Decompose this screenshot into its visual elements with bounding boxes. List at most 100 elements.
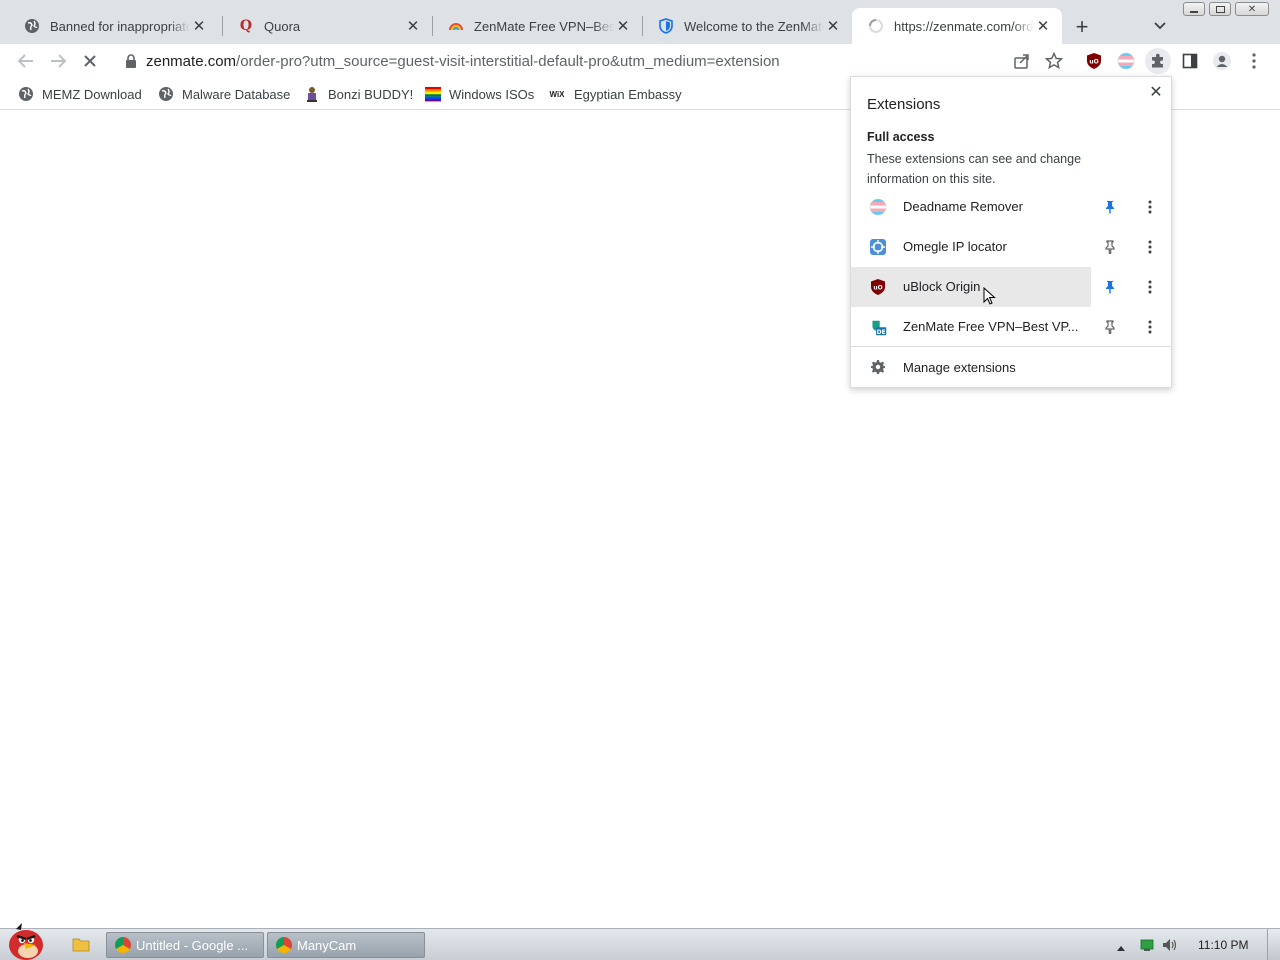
bookmark-egyptian-embassy[interactable]: WiX Egyptian Embassy <box>548 84 682 104</box>
ublock-icon[interactable]: uO <box>1082 49 1106 73</box>
close-window-button[interactable]: ✕ <box>1235 2 1269 16</box>
rainbow-flag-icon <box>425 86 441 102</box>
zenmate-de-icon: DE <box>869 318 887 336</box>
clock[interactable]: 11:10 PM <box>1198 938 1248 952</box>
bookmark-malware-database[interactable]: Malware Database <box>158 84 290 104</box>
pin-icon[interactable] <box>1101 318 1119 336</box>
manage-extensions-button[interactable]: Manage extensions <box>851 348 1171 386</box>
new-tab-button[interactable]: + <box>1068 13 1096 41</box>
pin-icon[interactable] <box>1101 198 1119 216</box>
close-icon[interactable]: ✕ <box>404 17 422 35</box>
zenmate-rainbow-icon <box>448 18 464 34</box>
loading-spinner-icon <box>868 18 884 34</box>
pin-icon[interactable] <box>1101 278 1119 296</box>
close-icon[interactable]: ✕ <box>614 17 632 35</box>
bookmark-star-icon[interactable] <box>1042 49 1066 73</box>
trans-flag-icon[interactable] <box>1114 49 1138 73</box>
tab-title: Welcome to the ZenMate <box>684 18 824 34</box>
url-host: zenmate.com <box>146 53 237 70</box>
lock-icon[interactable] <box>125 54 137 71</box>
toolbar: zenmate.com/order-pro?utm_source=guest-v… <box>0 44 1280 78</box>
tab-3[interactable]: Welcome to the ZenMate ✕ <box>642 8 852 44</box>
bookmark-memz-download[interactable]: MEMZ Download <box>18 84 142 104</box>
close-icon[interactable]: ✕ <box>824 17 842 35</box>
bookmark-label: MEMZ Download <box>42 86 142 102</box>
svg-text:uO: uO <box>1089 59 1098 66</box>
trans-flag-icon <box>869 198 887 216</box>
tab-2[interactable]: ZenMate Free VPN–Best ✕ <box>432 8 642 44</box>
more-options-icon[interactable] <box>1141 198 1159 216</box>
start-button-angry-bird-icon[interactable] <box>2 921 50 960</box>
restore-button[interactable] <box>1209 2 1231 16</box>
chrome-icon <box>276 937 292 953</box>
volume-icon[interactable] <box>1162 938 1178 955</box>
tray-expand-arrow-icon[interactable] <box>1116 940 1126 955</box>
tab-title: Quora <box>264 18 301 34</box>
svg-text:DE: DE <box>877 330 886 336</box>
quora-icon: Q <box>239 18 253 34</box>
bonzi-icon <box>304 86 320 102</box>
extensions-popup-title: Extensions <box>867 96 941 113</box>
tab-title: https://zenmate.com/orde <box>894 18 1034 34</box>
tab-1[interactable]: Q Quora ✕ <box>222 8 432 44</box>
bookmark-bonzi-buddy[interactable]: Bonzi BUDDY! <box>304 84 413 104</box>
bookmark-windows-isos[interactable]: Windows ISOs <box>425 84 534 104</box>
tab-title: Banned for inappropriate <box>50 18 190 34</box>
forward-button[interactable] <box>46 49 70 73</box>
svg-text:uO: uO <box>873 285 882 292</box>
globe-icon <box>158 86 174 102</box>
extension-name: ZenMate Free VPN–Best VP... <box>903 319 1079 334</box>
omegle-locator-icon <box>869 238 887 256</box>
taskbar-item-label: ManyCam <box>297 937 357 953</box>
more-options-icon[interactable] <box>1141 278 1159 296</box>
chrome-icon <box>115 937 131 953</box>
side-panel-icon[interactable] <box>1178 49 1202 73</box>
close-icon[interactable]: ✕ <box>1145 81 1167 103</box>
extension-row-ublock-origin[interactable]: uO uBlock Origin <box>851 267 1171 307</box>
taskbar-item-manycam[interactable]: ManyCam <box>267 932 425 958</box>
profile-avatar-icon[interactable] <box>1210 49 1234 73</box>
tab-search-chevron-icon[interactable] <box>1148 14 1172 38</box>
tab-title: ZenMate Free VPN–Best <box>474 18 614 34</box>
manage-extensions-label: Manage extensions <box>903 360 1016 375</box>
address-bar[interactable]: zenmate.com/order-pro?utm_source=guest-v… <box>110 46 1072 76</box>
pin-icon[interactable] <box>1101 238 1119 256</box>
stop-loading-button[interactable] <box>78 49 102 73</box>
extension-row-deadname-remover[interactable]: Deadname Remover <box>851 187 1171 227</box>
tab-strip: Banned for inappropriate ✕ Q Quora ✕ Zen… <box>0 0 1280 44</box>
full-access-description: These extensions can see and change info… <box>867 152 1082 186</box>
gear-icon <box>869 358 887 376</box>
system-tray: 11:10 PM <box>1112 929 1280 960</box>
network-icon[interactable] <box>1140 938 1154 955</box>
extension-row-omegle-ip-locator[interactable]: Omegle IP locator <box>851 227 1171 267</box>
taskbar-item-chrome[interactable]: Untitled - Google ... <box>106 932 264 958</box>
full-access-heading: Full access <box>867 130 935 144</box>
extension-name: Omegle IP locator <box>903 239 1007 254</box>
close-icon[interactable]: ✕ <box>190 17 208 35</box>
ublock-icon: uO <box>869 278 887 296</box>
url-path: /order-pro?utm_source=guest-visit-inters… <box>236 53 780 70</box>
bookmark-label: Malware Database <box>182 86 291 102</box>
show-desktop-button[interactable] <box>1267 929 1280 960</box>
minimize-button[interactable] <box>1183 2 1205 16</box>
divider <box>851 346 1171 347</box>
extension-row-zenmate[interactable]: DE ZenMate Free VPN–Best VP... <box>851 307 1171 347</box>
close-icon[interactable]: ✕ <box>1034 17 1052 35</box>
shield-icon <box>658 18 674 34</box>
tab-0[interactable]: Banned for inappropriate ✕ <box>8 8 218 44</box>
bookmark-label: Egyptian Embassy <box>574 86 682 102</box>
share-icon[interactable] <box>1010 49 1034 73</box>
url-text[interactable]: zenmate.com/order-pro?utm_source=guest-v… <box>146 53 780 70</box>
back-button[interactable] <box>14 49 38 73</box>
file-explorer-icon[interactable] <box>72 936 90 952</box>
bookmark-label: Bonzi BUDDY! <box>328 86 414 102</box>
more-options-icon[interactable] <box>1141 238 1159 256</box>
menu-kebab-icon[interactable] <box>1242 49 1266 73</box>
wix-icon: WiX <box>549 89 565 99</box>
extension-name: Deadname Remover <box>903 199 1023 214</box>
extensions-puzzle-icon[interactable] <box>1145 48 1171 74</box>
tab-4-active[interactable]: https://zenmate.com/orde ✕ <box>852 8 1062 44</box>
taskbar: Untitled - Google ... ManyCam 11:10 PM <box>0 923 1280 960</box>
extensions-popup: Extensions ✕ Full access These extension… <box>850 76 1172 388</box>
more-options-icon[interactable] <box>1141 318 1159 336</box>
